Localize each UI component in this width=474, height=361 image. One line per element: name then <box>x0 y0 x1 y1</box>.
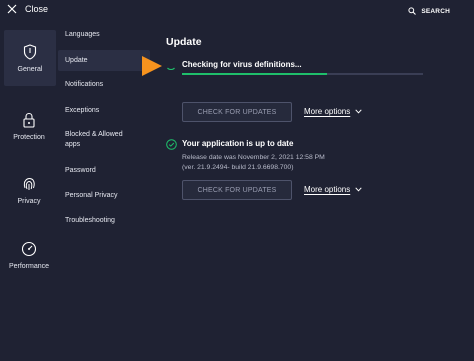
chevron-down-icon <box>355 187 362 192</box>
close-icon <box>7 4 17 14</box>
release-date-text: Release date was November 2, 2021 12:58 … <box>182 154 325 161</box>
submenu-item-blocked-allowed-apps[interactable]: Blocked & Allowed apps <box>65 130 135 150</box>
definitions-progress-fill <box>182 73 327 75</box>
more-options-label: More options <box>304 185 351 194</box>
submenu-item-notifications[interactable]: Notifications <box>65 80 145 90</box>
submenu-item-troubleshooting[interactable]: Troubleshooting <box>65 216 145 226</box>
shield-icon <box>23 43 37 60</box>
version-text: (ver. 21.9.2494- build 21.9.6698.700) <box>182 164 294 171</box>
page-title: Update <box>166 36 202 48</box>
rail-item-privacy[interactable]: Privacy <box>0 162 58 218</box>
search-label: SEARCH <box>421 7 450 15</box>
definitions-status-text: Checking for virus definitions... <box>182 60 302 69</box>
rail-item-label: General <box>17 65 43 73</box>
submenu-item-languages[interactable]: Languages <box>65 30 145 40</box>
orange-pointer-arrow <box>142 56 162 76</box>
rail-item-performance[interactable]: Performance <box>0 227 58 283</box>
success-check-icon <box>166 139 177 150</box>
application-more-options-link[interactable]: More options <box>304 185 362 194</box>
top-bar: Close SEARCH <box>0 0 474 24</box>
more-options-label: More options <box>304 107 351 116</box>
application-status-title: Your application is up to date <box>182 139 294 148</box>
chevron-down-icon <box>355 109 362 114</box>
category-rail: General Protection Privacy Performance <box>0 24 58 361</box>
window-edge <box>468 0 474 361</box>
rail-item-label: Performance <box>8 262 50 270</box>
loading-spinner-icon <box>167 67 175 71</box>
check-application-updates-button[interactable]: CHECK FOR UPDATES <box>182 180 292 200</box>
close-label: Close <box>25 4 49 14</box>
settings-submenu: Languages Update Notifications Exception… <box>58 24 150 361</box>
check-definitions-updates-button[interactable]: CHECK FOR UPDATES <box>182 102 292 122</box>
search-icon <box>408 7 417 15</box>
close-button[interactable]: Close <box>7 4 48 14</box>
search-button[interactable]: SEARCH <box>408 7 450 15</box>
rail-item-protection[interactable]: Protection <box>0 98 58 154</box>
speedometer-icon <box>21 241 37 256</box>
rail-item-label: Privacy <box>17 197 41 205</box>
rail-item-general[interactable]: General <box>4 30 56 86</box>
submenu-item-personal-privacy[interactable]: Personal Privacy <box>65 191 145 201</box>
submenu-item-password[interactable]: Password <box>65 166 145 176</box>
definitions-more-options-link[interactable]: More options <box>304 107 362 116</box>
lock-icon <box>23 112 35 128</box>
submenu-item-update[interactable]: Update <box>58 50 150 71</box>
fingerprint-icon <box>23 177 35 190</box>
definitions-progress-bar <box>182 73 423 75</box>
submenu-item-exceptions[interactable]: Exceptions <box>65 106 145 116</box>
release-info: Release date was November 2, 2021 12:58 … <box>182 153 325 173</box>
rail-item-label: Protection <box>13 133 45 141</box>
